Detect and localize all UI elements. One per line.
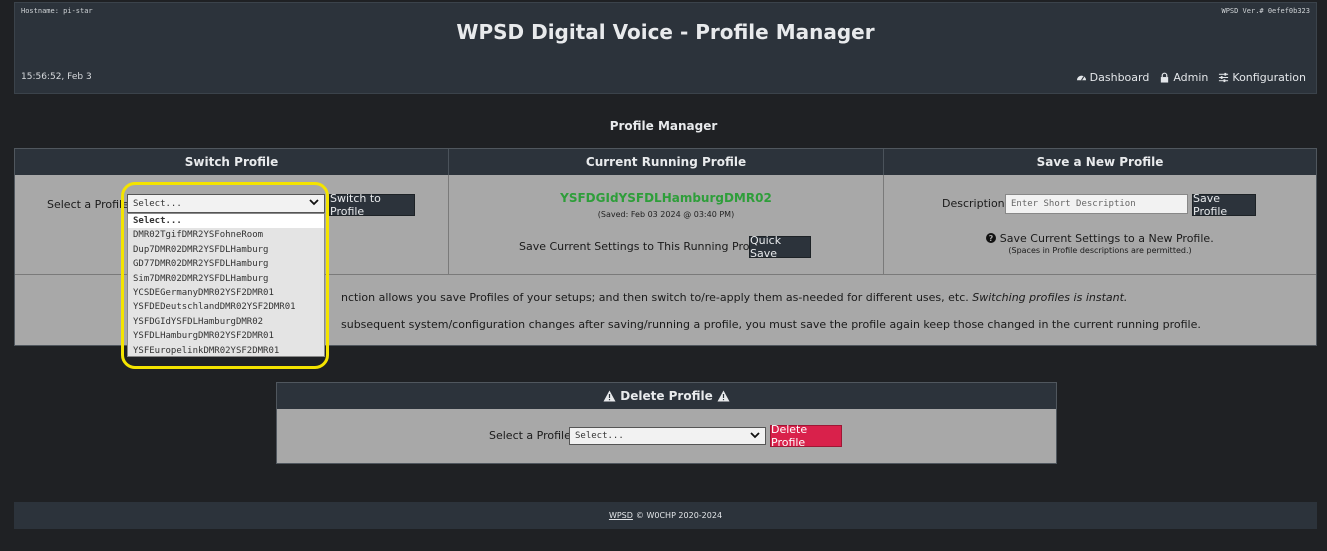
info-line-1-emphasis: Switching profiles is instant. [972, 291, 1128, 304]
delete-heading-text: Delete Profile [620, 389, 713, 403]
switch-to-profile-button[interactable]: Switch to Profile [329, 192, 415, 218]
switch-select-label: Select a Profile: [47, 198, 133, 211]
dropdown-option[interactable]: YSFDLHamburgDMR02YSF2DMR01 [128, 329, 324, 343]
info-line-1: nction allows you save Profiles of your … [341, 291, 1127, 304]
switch-profile-select[interactable]: Select... [127, 194, 325, 213]
warning-icon [603, 390, 616, 402]
save-hint: ? Save Current Settings to a New Profile… [884, 232, 1316, 245]
save-hint-text: Save Current Settings to a New Profile. [999, 232, 1214, 245]
delete-select-value: Select... [575, 431, 624, 441]
chevron-down-icon [309, 199, 319, 206]
save-subhint: (Spaces in Profile descriptions are perm… [1008, 246, 1192, 255]
description-label: Description: [942, 197, 1009, 210]
dropdown-option[interactable]: YCSDEGermanyDMR02YSF2DMR01 [128, 286, 324, 300]
warning-icon [717, 390, 730, 402]
switch-select-value: Select... [133, 198, 182, 209]
saved-timestamp: (Saved: Feb 03 2024 @ 03:40 PM) [597, 210, 735, 219]
page-title: WPSD Digital Voice - Profile Manager [456, 20, 875, 44]
switch-profile-heading: Switch Profile [15, 149, 449, 175]
save-profile-button[interactable]: Save Profile [1192, 192, 1256, 218]
nav-konfiguration-label: Konfiguration [1232, 71, 1306, 84]
version-label: WPSD Ver.# 0efef0b323 [1221, 7, 1310, 15]
current-profile-name: YSFDGIdYSFDLHamburgDMR02 [560, 191, 772, 205]
dropdown-option[interactable]: DMR02TgifDMR2YSFohneRoom [128, 228, 324, 242]
nav-konfiguration[interactable]: Konfiguration [1218, 71, 1306, 84]
delete-profile-select[interactable]: Select... [569, 427, 766, 445]
save-new-profile-cell: Description: Enter Short Description Sav… [884, 175, 1316, 275]
dropdown-option[interactable]: YSFDGIdYSFDLHamburgDMR02 [128, 315, 324, 329]
current-profile-cell: YSFDGIdYSFDLHamburgDMR02 (Saved: Feb 03 … [449, 175, 884, 275]
delete-profile-button[interactable]: Delete Profile [770, 423, 842, 449]
delete-profile-box: Delete Profile Select a Profile: Select.… [276, 382, 1057, 464]
quick-save-label: Save Current Settings to This Running Pr… [519, 240, 770, 253]
info-line-2: subsequent system/configuration changes … [341, 318, 1201, 331]
dropdown-option[interactable]: Sim7DMR02DMR2YSFDLHamburg [128, 272, 324, 286]
save-profile-heading: Save a New Profile [884, 149, 1316, 175]
top-nav: Dashboard Admin Konfiguration [1076, 71, 1306, 84]
dashboard-icon [1076, 75, 1086, 81]
dropdown-option[interactable]: YSFDEDeutschlandDMR02YSF2DMR01 [128, 300, 324, 314]
dropdown-option[interactable]: Dup7DMR02DMR2YSFDLHamburg [128, 243, 324, 257]
nav-admin-label: Admin [1173, 71, 1209, 84]
nav-dashboard-label: Dashboard [1089, 71, 1150, 84]
wpsd-link[interactable]: WPSD [609, 511, 633, 520]
dropdown-option[interactable]: Select... [128, 214, 324, 229]
nav-dashboard[interactable]: Dashboard [1076, 71, 1150, 84]
current-profile-heading: Current Running Profile [449, 149, 884, 175]
clock: 15:56:52, Feb 3 [21, 72, 92, 82]
sliders-icon [1219, 72, 1229, 83]
lock-icon [1161, 72, 1169, 83]
chevron-down-icon [750, 432, 760, 439]
dropdown-option[interactable]: GD77DMR02DMR2YSFDLHamburg [128, 257, 324, 271]
footer: WPSD © W0CHP 2020-2024 [14, 502, 1317, 529]
delete-select-label: Select a Profile: [489, 429, 575, 442]
question-circle-icon: ? [986, 233, 997, 243]
info-line-1-text: nction allows you save Profiles of your … [341, 291, 973, 304]
svg-text:?: ? [989, 234, 994, 243]
quick-save-button[interactable]: Quick Save [749, 234, 811, 260]
delete-profile-heading: Delete Profile [277, 383, 1056, 409]
copyright-text: © W0CHP 2020-2024 [635, 511, 723, 520]
section-title: Profile Manager [609, 119, 718, 133]
description-input[interactable]: Enter Short Description [1005, 194, 1188, 214]
header: Hostname: pi-star WPSD Ver.# 0efef0b323 … [14, 2, 1317, 94]
hostname: Hostname: pi-star [21, 7, 93, 15]
dropdown-option[interactable]: YSFEuropelinkDMR02YSF2DMR01 [128, 344, 324, 358]
nav-admin[interactable]: Admin [1159, 71, 1208, 84]
switch-profile-dropdown[interactable]: Select... DMR02TgifDMR2YSFohneRoom Dup7D… [127, 213, 325, 357]
